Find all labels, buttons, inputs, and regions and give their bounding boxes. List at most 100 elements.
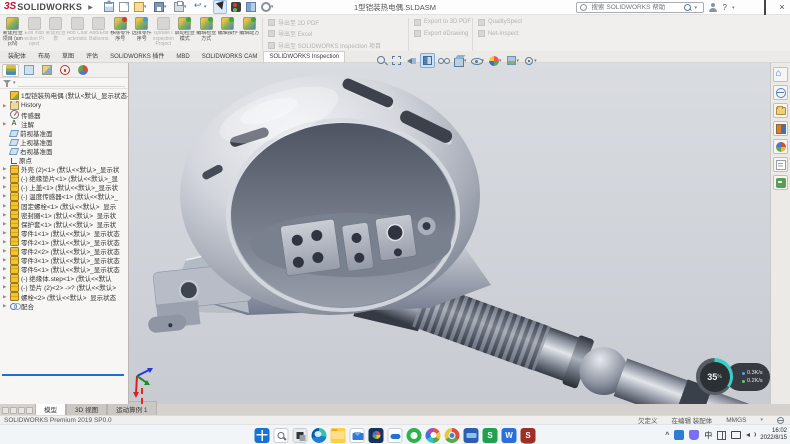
ribbon-button[interactable]: 移除零件序号 <box>110 16 132 48</box>
tree-item[interactable]: 外壳 (2)<1> (默认<<默认>_显示状 <box>0 165 128 174</box>
solidworks-app-icon[interactable]: S <box>521 428 536 443</box>
taskbar-clock[interactable]: 16:02 2022/8/15 <box>760 428 787 442</box>
view-tool[interactable] <box>405 54 418 67</box>
tree-item[interactable]: 零件2<1> (默认<<默认>_显示状态 <box>0 237 128 246</box>
expand-arrow-icon[interactable] <box>3 248 10 254</box>
panel-tab[interactable] <box>2 64 19 77</box>
expand-arrow-icon[interactable] <box>3 212 10 218</box>
solidworks-logo[interactable]: 3S SOLIDWORKS <box>0 0 86 14</box>
search-input[interactable] <box>590 3 681 12</box>
tree-item[interactable]: 右视基准面 <box>0 146 128 155</box>
panel-tab[interactable] <box>20 64 37 77</box>
tray-app-icon[interactable] <box>674 430 684 440</box>
cad-app-icon[interactable] <box>464 428 479 443</box>
minimize-button[interactable] <box>742 2 754 13</box>
qat-button[interactable] <box>230 1 242 13</box>
wps-office-icon[interactable]: W <box>502 428 517 443</box>
task-pane-tab[interactable] <box>773 67 788 82</box>
file-explorer-icon[interactable] <box>331 428 346 443</box>
expand-arrow-icon[interactable] <box>3 166 10 172</box>
tree-item[interactable]: 密封圈<1> (默认<<默认>_显示状 <box>0 210 128 219</box>
filter-funnel-icon[interactable] <box>3 79 11 87</box>
browser-360-icon[interactable] <box>407 428 422 443</box>
expand-arrow-icon[interactable] <box>3 275 10 281</box>
tree-item[interactable]: 保护套<1> (默认<<默认>_显示状 <box>0 219 128 228</box>
command-tab[interactable]: 布局 <box>32 48 56 62</box>
hidden-icons-chevron[interactable]: ^ <box>665 432 669 439</box>
tree-item[interactable]: (-) 绝缘体.step<1> (默认<<默认 <box>0 274 128 283</box>
task-view-icon[interactable] <box>293 428 308 443</box>
chrome-icon[interactable] <box>445 428 460 443</box>
command-tab[interactable]: 装配体 <box>2 48 32 62</box>
qat-button[interactable] <box>260 1 277 13</box>
view-tool[interactable] <box>420 53 435 68</box>
s-app-icon[interactable]: S <box>483 428 498 443</box>
rollback-bar[interactable] <box>2 374 124 376</box>
tree-item[interactable]: 固定螺栓<1> (默认<<默认>_显示 <box>0 201 128 210</box>
view-tool[interactable] <box>375 54 388 67</box>
tree-item[interactable]: (-) 垫片 (2)<2> ->? (默认<<默认> <box>0 283 128 292</box>
tree-root-item[interactable]: 1型铠装热电偶 (默认<默认_显示状态-1 <box>0 89 128 101</box>
close-button[interactable]: × <box>776 2 788 13</box>
units-caret-icon[interactable] <box>760 417 763 423</box>
expand-arrow-icon[interactable] <box>3 103 10 109</box>
ribbon-button[interactable]: Edit Inspection Project <box>24 16 46 48</box>
units-selector[interactable]: MMGS <box>726 417 746 424</box>
command-tab[interactable]: 评估 <box>80 48 104 62</box>
taskbar-search-icon[interactable] <box>274 428 289 443</box>
qat-button[interactable] <box>103 1 115 13</box>
tree-item[interactable]: 零件2<2> (默认<<默认>_显示状态 <box>0 247 128 256</box>
task-pane-tab[interactable] <box>773 103 788 118</box>
3d-model-thermocouple[interactable] <box>129 63 770 404</box>
expand-arrow-icon[interactable] <box>3 284 10 290</box>
expand-arrow-icon[interactable] <box>3 193 10 199</box>
tree-item[interactable]: 零件1<1> (默认<<默认>_显示状态 <box>0 228 128 237</box>
tree-item[interactable]: 原点 <box>0 156 128 165</box>
ribbon-button[interactable]: 编辑检查方式 <box>196 16 218 48</box>
status-globe-icon[interactable] <box>777 417 784 424</box>
tree-item[interactable]: 零件3<1> (默认<<默认>_显示状态 <box>0 256 128 265</box>
edge-icon[interactable] <box>312 428 327 443</box>
tree-item[interactable]: (-) 绝缘垫片<1> (默认<<默认>_显 <box>0 174 128 183</box>
panel-tab[interactable] <box>56 64 73 77</box>
task-pane-tab[interactable] <box>773 139 788 154</box>
qat-button[interactable] <box>118 1 130 13</box>
tree-item[interactable]: (-) 温度传感器<1> (默认<<默认>_ <box>0 192 128 201</box>
search-caret-icon[interactable] <box>695 5 700 11</box>
expand-arrow-icon[interactable] <box>3 239 10 245</box>
help-search-box[interactable] <box>576 2 704 13</box>
pane-split-icon[interactable] <box>10 407 17 414</box>
tree-item[interactable]: 注解 <box>0 119 128 128</box>
command-tab[interactable]: SOLIDWORKS 插件 <box>104 48 170 62</box>
tree-item[interactable]: 传感器 <box>0 110 128 119</box>
ribbon-button[interactable]: 新建检查表 <box>45 16 67 48</box>
tree-item[interactable]: 配合 <box>0 301 128 310</box>
tray-shield-icon[interactable] <box>689 430 699 440</box>
pane-split-controls[interactable] <box>0 407 35 415</box>
help-caret-icon[interactable] <box>732 5 737 11</box>
task-pane-tab[interactable] <box>773 121 788 136</box>
login-user-icon[interactable] <box>709 3 718 12</box>
expand-arrow-icon[interactable] <box>3 203 10 209</box>
task-pane-tab[interactable] <box>773 157 788 172</box>
command-tab[interactable]: SOLIDWORKS CAM <box>196 51 264 62</box>
qat-button[interactable] <box>213 0 227 14</box>
pane-split-icon[interactable] <box>26 407 33 414</box>
command-tab[interactable]: MBD <box>170 51 195 62</box>
mail-icon[interactable] <box>350 428 365 443</box>
expand-arrow-icon[interactable] <box>3 175 10 181</box>
view-tool[interactable] <box>452 54 468 67</box>
expand-arrow-icon[interactable] <box>3 294 10 300</box>
qat-button[interactable] <box>245 1 257 13</box>
ribbon-button[interactable]: 新建检查项目 (amp;N) <box>2 16 24 48</box>
tree-item[interactable]: 上视基准面 <box>0 137 128 146</box>
qat-button[interactable] <box>173 1 190 13</box>
tree-item[interactable]: 螺栓<2> (默认<<默认>_显示状态 <box>0 292 128 301</box>
task-pane-tab[interactable] <box>773 175 788 190</box>
ribbon-button[interactable]: 选择零件序号 <box>131 16 153 48</box>
ime-mode-icon[interactable] <box>717 431 726 440</box>
filter-caret-icon[interactable] <box>13 80 16 86</box>
ribbon-button[interactable]: 启动检查模式 <box>174 16 196 48</box>
tree-item[interactable]: 零件5<1> (默认<<默认>_显示状态 <box>0 265 128 274</box>
command-tab[interactable]: SOLIDWORKS Inspection <box>263 51 345 62</box>
